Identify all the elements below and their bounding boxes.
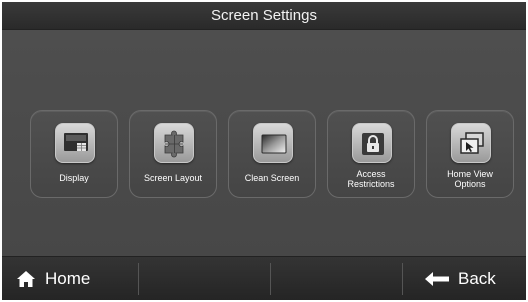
- clean-screen-icon: [253, 123, 293, 163]
- home-button[interactable]: Home: [2, 257, 138, 300]
- bottom-nav-bar: Home Back: [2, 256, 526, 300]
- nav-divider: [270, 263, 271, 295]
- clean-screen-label: Clean Screen: [244, 173, 300, 183]
- page-title: Screen Settings: [211, 7, 317, 24]
- back-button[interactable]: Back: [403, 257, 526, 300]
- display-button[interactable]: Display: [30, 110, 118, 198]
- screen-layout-button[interactable]: Screen Layout: [129, 110, 217, 198]
- home-view-options-button[interactable]: Home View Options: [426, 110, 514, 198]
- cursor-window-icon: [451, 123, 491, 163]
- arrow-left-icon: [425, 272, 449, 286]
- title-bar: Screen Settings: [2, 2, 526, 30]
- access-restrictions-label: Access Restrictions: [347, 169, 395, 189]
- puzzle-icon: [154, 123, 194, 163]
- home-view-options-label: Home View Options: [447, 169, 493, 189]
- touch-screen: Screen Settings Display Screen Layout Cl…: [2, 2, 526, 300]
- back-label: Back: [458, 269, 496, 288]
- lock-icon: [352, 123, 392, 163]
- house-icon: [17, 271, 35, 287]
- clean-screen-button[interactable]: Clean Screen: [228, 110, 316, 198]
- access-restrictions-button[interactable]: Access Restrictions: [327, 110, 415, 198]
- home-label: Home: [45, 269, 91, 288]
- display-icon: [55, 123, 95, 163]
- screen-layout-label: Screen Layout: [143, 173, 203, 183]
- display-label: Display: [59, 173, 89, 183]
- nav-divider: [138, 263, 139, 295]
- settings-panel: Display Screen Layout Clean Screen Acces…: [2, 30, 526, 256]
